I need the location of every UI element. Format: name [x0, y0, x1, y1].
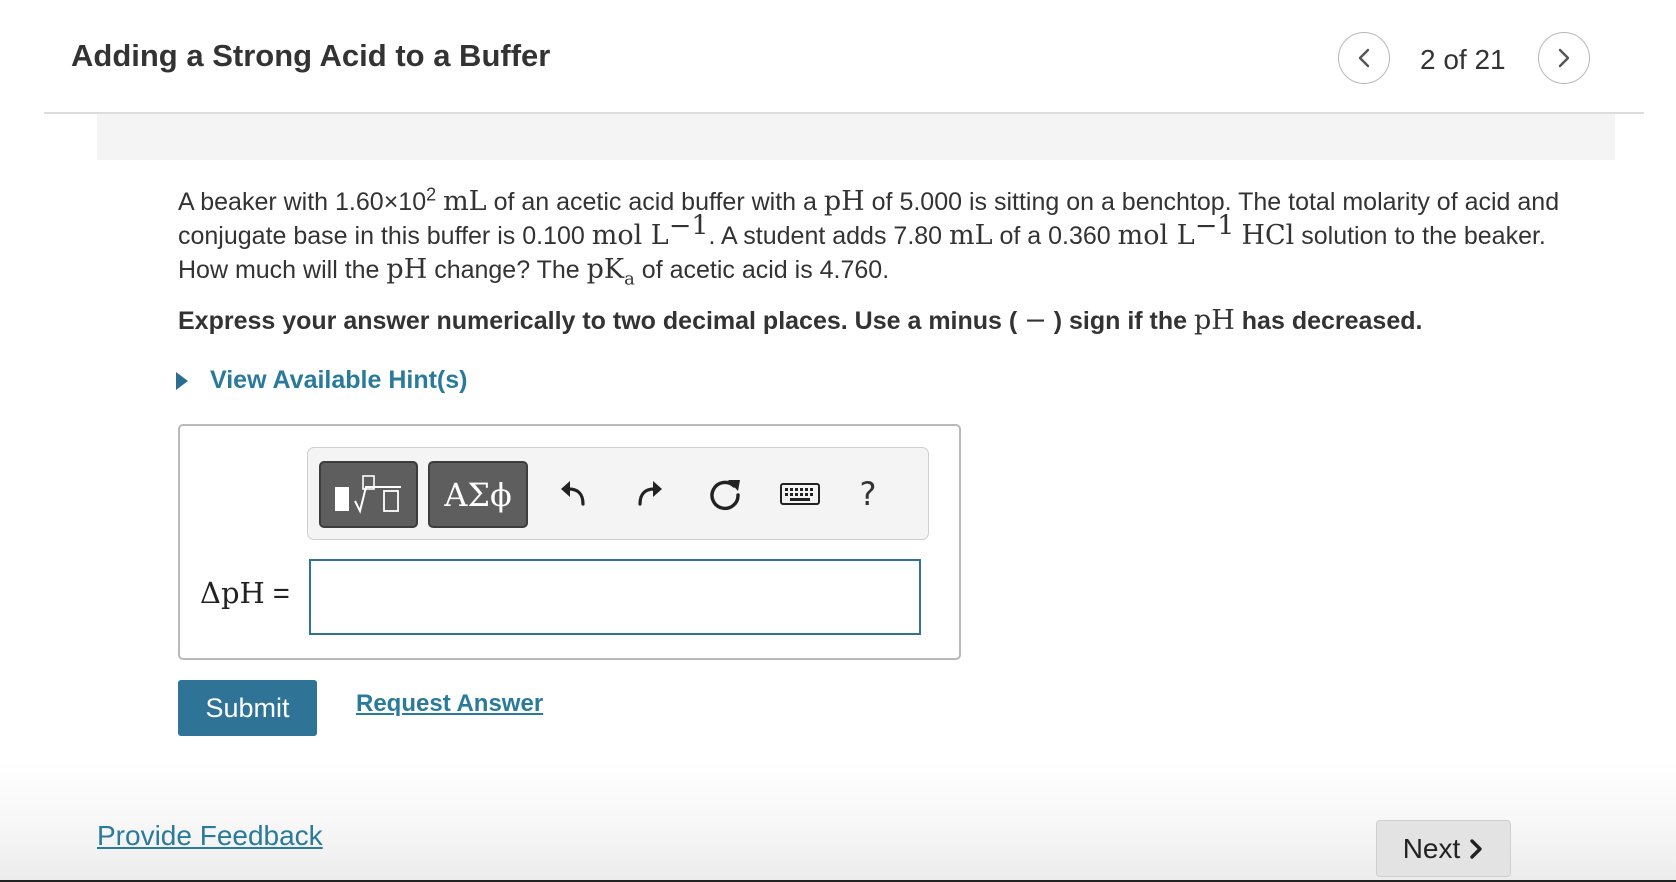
request-answer-link[interactable]: Request Answer: [356, 690, 543, 718]
redo-icon: [638, 481, 662, 506]
keyboard-icon: [780, 483, 820, 505]
part-banner: [97, 114, 1615, 160]
answer-input[interactable]: [309, 559, 921, 635]
problem-title: Adding a Strong Acid to a Buffer: [71, 38, 551, 73]
question-text: A beaker with 1.60×102 mL of an acetic a…: [178, 184, 1560, 290]
redo-button[interactable]: [630, 472, 670, 516]
next-label: Next: [1402, 832, 1461, 864]
view-hints-toggle[interactable]: View Available Hint(s): [176, 366, 467, 395]
undo-button[interactable]: [553, 472, 593, 516]
chevron-right-icon: [1558, 48, 1570, 68]
templates-button[interactable]: [319, 461, 418, 528]
provide-feedback-link[interactable]: Provide Feedback: [97, 820, 323, 852]
reset-button[interactable]: [705, 472, 745, 516]
next-button[interactable]: Next: [1376, 820, 1511, 877]
symbols-button[interactable]: ΑΣϕ: [428, 461, 528, 528]
help-button[interactable]: ?: [848, 472, 888, 516]
chevron-right-icon: [1470, 838, 1482, 859]
problem-header: Adding a Strong Acid to a Buffer 2 of 21: [0, 0, 1676, 114]
keyboard-button[interactable]: [777, 472, 823, 516]
templates-icon: [334, 474, 401, 514]
math-toolbar: ΑΣϕ ?: [307, 447, 929, 540]
reset-icon: [710, 480, 740, 511]
view-hints-label: View Available Hint(s): [210, 366, 468, 394]
submit-button[interactable]: Submit: [178, 680, 317, 736]
chevron-left-icon: [1358, 48, 1370, 68]
undo-icon: [561, 481, 585, 506]
answer-instruction: Express your answer numerically to two d…: [178, 305, 1423, 336]
problem-counter: 2 of 21: [1420, 44, 1506, 75]
answer-label: ΔpH =: [200, 576, 290, 610]
previous-problem-button[interactable]: [1338, 32, 1390, 84]
caret-right-icon: [176, 371, 188, 390]
next-problem-button[interactable]: [1538, 32, 1590, 84]
